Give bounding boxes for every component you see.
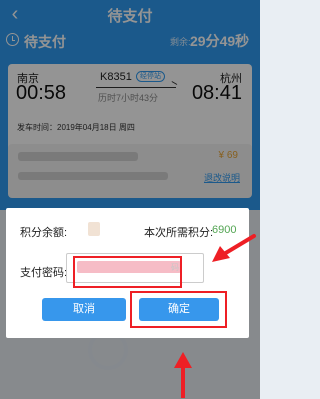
points-balance-value-blurred (88, 222, 100, 236)
points-balance-label: 积分余额: (20, 227, 68, 239)
arrow-to-password-icon (212, 234, 256, 262)
points-required-label: 本次所需积分: (144, 227, 214, 239)
arrow-to-confirm-icon (174, 352, 192, 398)
password-label: 支付密码: (20, 267, 68, 279)
confirm-highlight-box (130, 291, 227, 328)
password-highlight-box (73, 256, 182, 288)
modal-overlay[interactable] (0, 0, 260, 399)
payment-dialog: 积分余额: 本次所需积分: 6900 支付密码: 码 取消 确定 (6, 208, 249, 338)
cancel-button[interactable]: 取消 (42, 298, 126, 321)
